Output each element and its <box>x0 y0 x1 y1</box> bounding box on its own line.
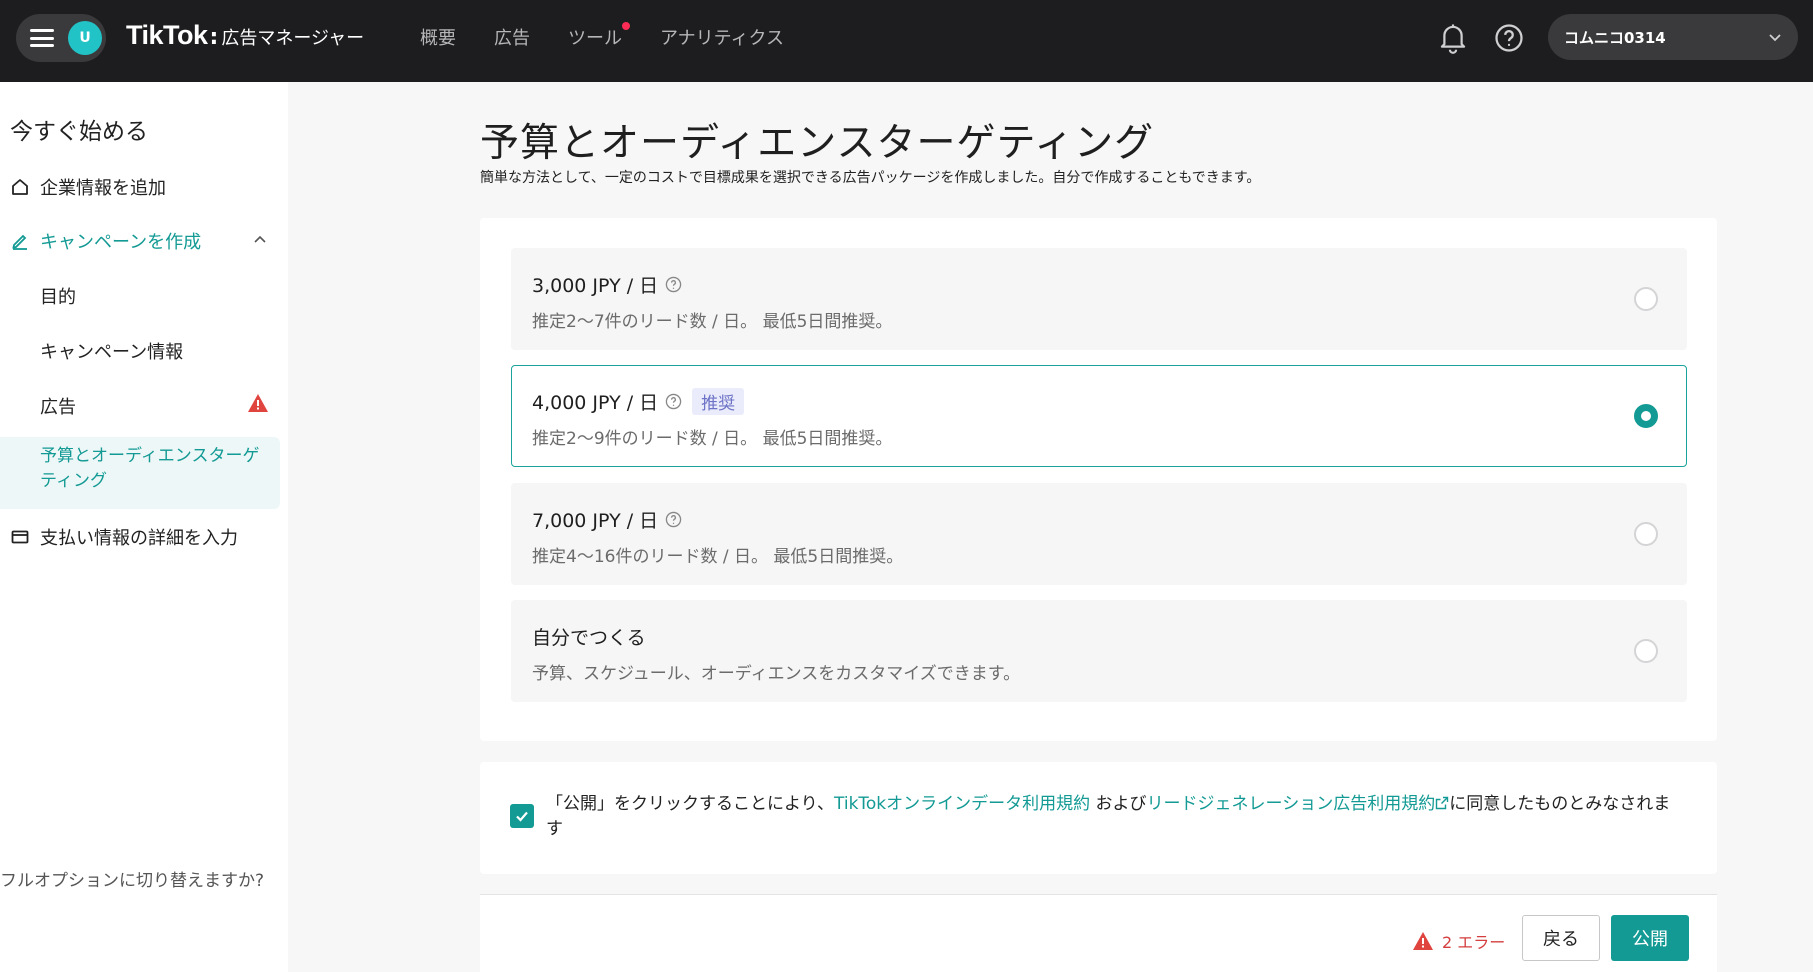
sidebar-sub-objective[interactable]: 目的 <box>40 283 76 309</box>
pencil-icon <box>10 231 30 251</box>
nav-ads[interactable]: 広告 <box>494 24 530 50</box>
nav-tools[interactable]: ツール <box>568 22 630 50</box>
sidebar-item-payment[interactable]: 支払い情報の詳細を入力 <box>0 524 280 550</box>
option-radio[interactable] <box>1634 287 1658 311</box>
footer-bar: 2 エラー 戻る 公開 <box>480 894 1717 972</box>
sidebar-item-label: 支払い情報の詳細を入力 <box>40 528 238 549</box>
budget-option-7000[interactable]: 7,000 JPY / 日 推定4～16件のリード数 / 日。 最低5日間推奨。 <box>511 483 1687 585</box>
option-title: 自分でつくる <box>532 627 646 649</box>
top-bar: U TikTok : 広告マネージャー 概要 広告 ツール アナリティクス コム… <box>0 0 1813 82</box>
option-title-wrap: 7,000 JPY / 日 <box>532 506 682 533</box>
option-radio-selected[interactable] <box>1634 404 1658 428</box>
question-icon[interactable] <box>665 511 682 528</box>
brand-name: TikTok <box>126 20 208 50</box>
avatar[interactable]: U <box>68 21 102 55</box>
brand-logo[interactable]: TikTok : 広告マネージャー <box>126 20 364 51</box>
nav-tools-label: ツール <box>568 28 622 49</box>
nav-analytics[interactable]: アナリティクス <box>660 24 784 50</box>
error-count-text: 2 エラー <box>1442 933 1506 952</box>
question-icon[interactable] <box>665 393 682 410</box>
option-radio[interactable] <box>1634 522 1658 546</box>
option-radio[interactable] <box>1634 639 1658 663</box>
account-selector[interactable]: コムニコ0314 <box>1548 14 1798 60</box>
sidebar-item-label: 企業情報を追加 <box>40 178 166 199</box>
switch-full-options-link[interactable]: フルオプションに切り替えますか? <box>0 866 264 891</box>
chevron-down-icon <box>1769 34 1781 42</box>
check-icon <box>516 811 528 822</box>
credit-card-icon <box>10 527 30 547</box>
option-title: 4,000 JPY / 日 <box>532 392 659 414</box>
consent-checkbox[interactable] <box>510 804 534 828</box>
page-title: 予算とオーディエンスターゲティング <box>480 121 1155 166</box>
menu-pill[interactable]: U <box>16 14 106 62</box>
budget-option-custom[interactable]: 自分でつくる 予算、スケジュール、オーディエンスをカスタマイズできます。 <box>511 600 1687 702</box>
bell-icon[interactable] <box>1438 22 1468 54</box>
lead-gen-terms-label: リードジェネレーション広告利用規約 <box>1146 794 1436 814</box>
brand-separator: : <box>209 25 219 50</box>
account-name: コムニコ0314 <box>1564 28 1666 47</box>
budget-option-4000[interactable]: 4,000 JPY / 日 推奨 推定2～9件のリード数 / 日。 最低5日間推… <box>511 365 1687 467</box>
option-description: 推定2～7件のリード数 / 日。 最低5日間推奨。 <box>532 312 893 332</box>
consent-panel: 「公開」をクリックすることにより、TikTokオンラインデータ利用規約 およびリ… <box>480 762 1717 874</box>
option-title-wrap: 3,000 JPY / 日 <box>532 271 682 298</box>
consent-prefix: 「公開」をクリックすることにより、 <box>546 794 834 814</box>
option-title: 7,000 JPY / 日 <box>532 510 659 532</box>
option-description: 予算、スケジュール、オーディエンスをカスタマイズできます。 <box>532 664 1021 684</box>
error-indicator[interactable]: 2 エラー <box>1412 929 1505 953</box>
brand-subtitle: 広告マネージャー <box>221 28 365 49</box>
sidebar-title: 今すぐ始める <box>10 119 148 145</box>
sidebar-sub-ads[interactable]: 広告 <box>40 393 270 419</box>
option-title-wrap: 4,000 JPY / 日 推奨 <box>532 388 745 415</box>
sidebar-item-label: キャンペーンを作成 <box>40 232 202 253</box>
menu-icon[interactable] <box>30 29 54 47</box>
page-subtitle: 簡単な方法として、一定のコストで目標成果を選択できる広告パッケージを作成しました… <box>480 170 1261 186</box>
external-link-icon <box>1436 796 1449 810</box>
lead-gen-terms-link[interactable]: リードジェネレーション広告利用規約 <box>1147 794 1450 814</box>
home-icon <box>10 177 30 197</box>
back-button[interactable]: 戻る <box>1522 915 1600 961</box>
nav-overview[interactable]: 概要 <box>420 24 456 50</box>
option-description: 推定4～16件のリード数 / 日。 最低5日間推奨。 <box>532 547 904 567</box>
option-title: 3,000 JPY / 日 <box>532 275 659 297</box>
online-data-terms-link[interactable]: TikTokオンラインデータ利用規約 <box>834 794 1090 814</box>
chevron-up-icon[interactable] <box>252 232 268 248</box>
sidebar-sub-campaign-info[interactable]: キャンペーン情報 <box>40 338 183 364</box>
sidebar: 今すぐ始める 企業情報を追加 キャンペーンを作成 目的 キャンペーン情報 広告 … <box>0 82 288 972</box>
sidebar-item-company-info[interactable]: 企業情報を追加 <box>0 174 280 200</box>
option-description: 推定2～9件のリード数 / 日。 最低5日間推奨。 <box>532 429 893 449</box>
help-icon[interactable] <box>1494 23 1524 53</box>
question-icon[interactable] <box>665 276 682 293</box>
sidebar-sub-label: 広告 <box>40 397 76 418</box>
top-nav: 概要 広告 ツール アナリティクス <box>420 22 784 50</box>
recommended-badge: 推奨 <box>692 388 745 415</box>
budget-option-3000[interactable]: 3,000 JPY / 日 推定2～7件のリード数 / 日。 最低5日間推奨。 <box>511 248 1687 350</box>
consent-middle: および <box>1090 794 1147 814</box>
sidebar-item-create-campaign[interactable]: キャンペーンを作成 <box>0 228 280 254</box>
consent-text: 「公開」をクリックすることにより、TikTokオンラインデータ利用規約 およびリ… <box>546 792 1686 842</box>
publish-button[interactable]: 公開 <box>1611 915 1689 961</box>
warning-icon <box>248 394 268 412</box>
sidebar-sub-budget-targeting[interactable]: 予算とオーディエンスターゲティング <box>40 444 275 494</box>
warning-icon <box>1413 932 1433 950</box>
notification-dot <box>622 22 630 30</box>
